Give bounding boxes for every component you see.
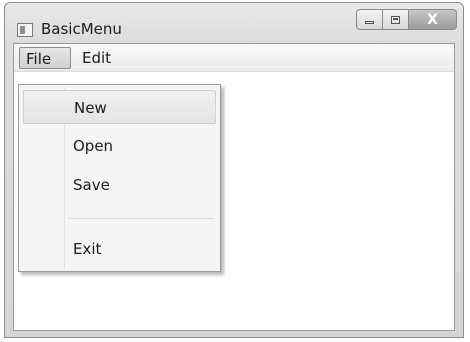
window-title: BasicMenu — [41, 20, 122, 38]
menu-item-open[interactable]: Open — [23, 129, 216, 163]
minimize-button[interactable] — [356, 9, 383, 30]
maximize-icon — [391, 15, 400, 24]
close-icon: X — [427, 11, 438, 28]
menu-separator — [69, 218, 214, 219]
menu-file[interactable]: File — [19, 47, 71, 69]
file-menu-dropdown: New Open Save Exit — [18, 84, 221, 272]
title-bar[interactable]: BasicMenu X — [5, 3, 463, 43]
menu-item-exit[interactable]: Exit — [23, 232, 216, 266]
menu-edit[interactable]: Edit — [76, 47, 117, 69]
close-button[interactable]: X — [409, 9, 457, 30]
menu-item-new[interactable]: New — [23, 90, 216, 124]
app-window-icon[interactable] — [17, 23, 33, 37]
minimize-icon — [365, 20, 374, 24]
menu-bar: File Edit — [14, 44, 454, 72]
caption-buttons: X — [356, 9, 457, 31]
menu-item-save[interactable]: Save — [23, 168, 216, 202]
maximize-button[interactable] — [383, 9, 409, 30]
